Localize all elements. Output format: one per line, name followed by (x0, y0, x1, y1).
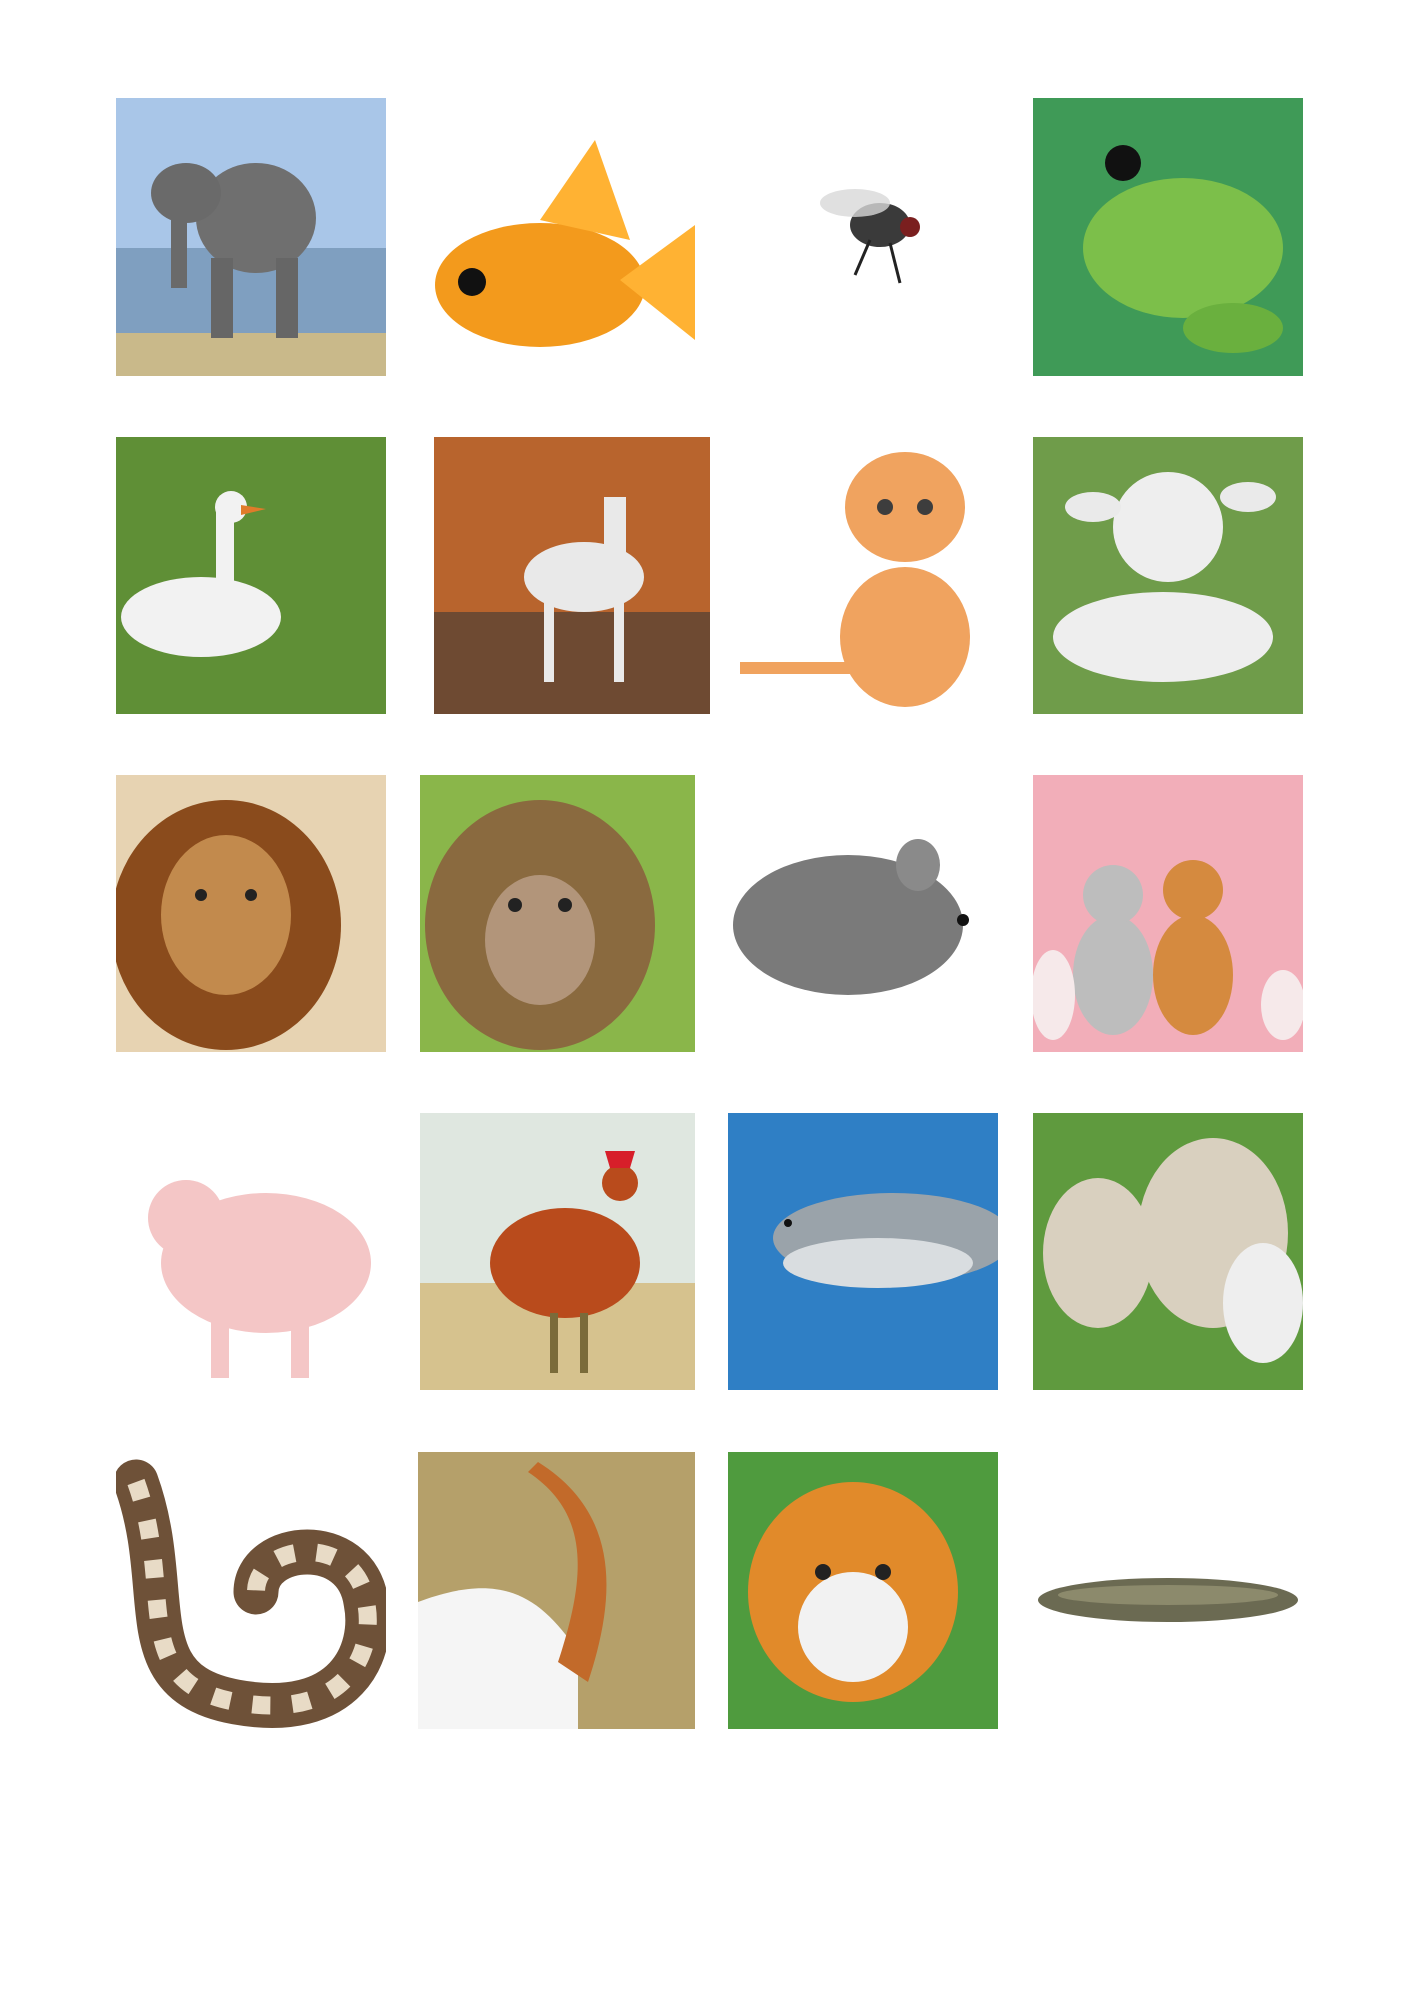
mouse-photo (728, 835, 998, 1050)
shark-photo (728, 1113, 998, 1390)
snake-photo (116, 1452, 386, 1729)
sheep-photo (1033, 1113, 1303, 1390)
rooster-photo (420, 1113, 695, 1390)
horse-photo (434, 437, 710, 714)
frog-photo (1033, 98, 1303, 376)
elephant-photo (116, 98, 386, 376)
dogs-on-pink-photo (1033, 775, 1303, 1052)
piglet-photo (116, 1113, 386, 1390)
goldfish-photo (420, 130, 700, 380)
lion-photo (116, 775, 386, 1052)
monkey-photo (420, 775, 695, 1052)
dog-tail-photo (418, 1452, 695, 1729)
housefly-photo (800, 165, 950, 295)
lamb-photo (1033, 437, 1303, 714)
caterpillar-photo (1033, 1555, 1303, 1640)
goose-photo (116, 437, 386, 714)
kitten-photo (730, 437, 1000, 714)
tiger-photo (728, 1452, 998, 1729)
